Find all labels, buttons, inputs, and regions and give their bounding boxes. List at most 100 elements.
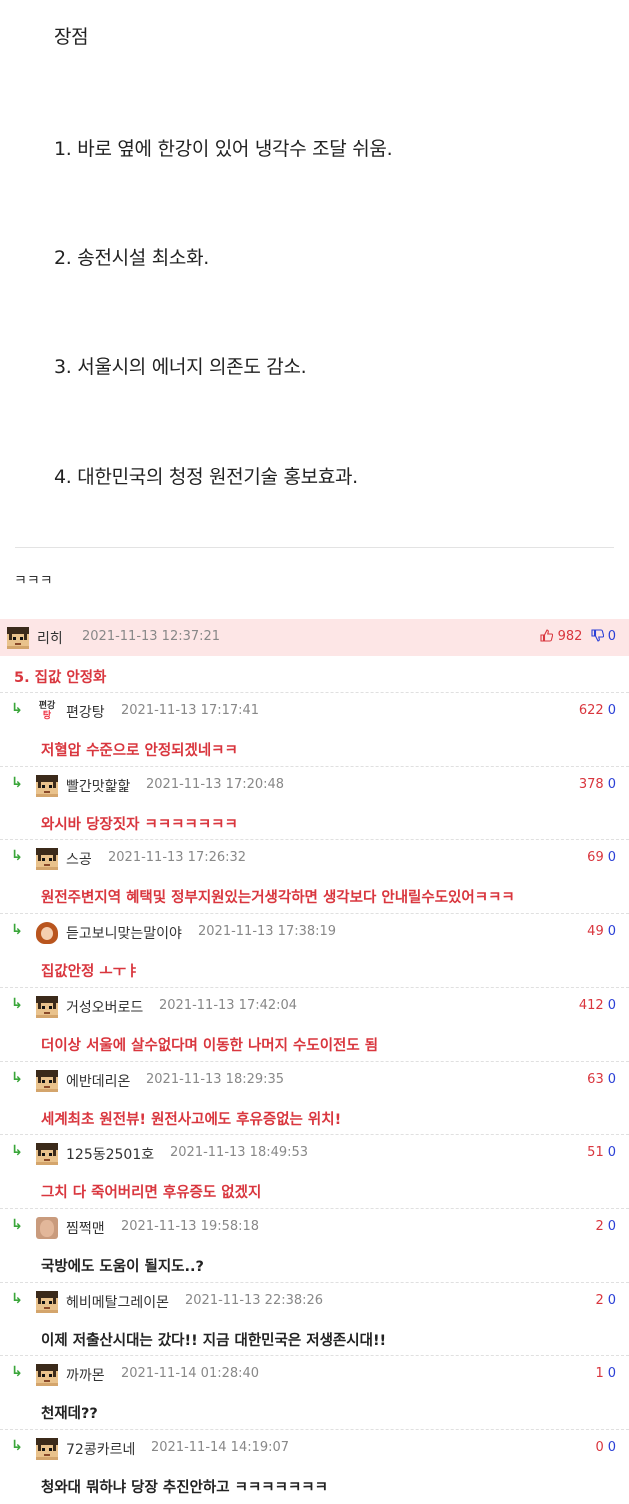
article-divider bbox=[15, 547, 614, 548]
upvote-count[interactable]: 63 bbox=[587, 1072, 604, 1087]
avatar[interactable] bbox=[36, 1069, 58, 1092]
reply-arrow-icon: ↳ bbox=[11, 995, 23, 1012]
upvote-count[interactable]: 2 bbox=[595, 1219, 603, 1234]
vote-box: 10 bbox=[595, 1366, 616, 1381]
article-point: 3. 서울시의 에너지 의존도 감소. bbox=[54, 356, 307, 378]
vote-box: 20 bbox=[595, 1293, 616, 1308]
upvote-count[interactable]: 1 bbox=[595, 1366, 603, 1381]
article-closing: ㅋㅋㅋ bbox=[14, 573, 53, 589]
vote-box: 00 bbox=[595, 1440, 616, 1455]
reply-arrow-icon: ↳ bbox=[11, 1290, 23, 1307]
downvote-count[interactable]: 0 bbox=[608, 1366, 616, 1381]
comment-date: 2021-11-13 22:38:26 bbox=[185, 1292, 324, 1308]
upvote-count: 982 bbox=[557, 629, 583, 644]
avatar[interactable] bbox=[36, 995, 58, 1018]
downvote-count[interactable]: 0 bbox=[608, 1219, 616, 1234]
comment-content: 청와대 뭐하냐 당장 추진안하고 ㅋㅋㅋㅋㅋㅋㅋ bbox=[41, 1480, 328, 1496]
comment-nick[interactable]: 찜쩍맨 bbox=[66, 1218, 105, 1238]
reply-arrow-icon: ↳ bbox=[11, 1364, 23, 1381]
avatar[interactable] bbox=[36, 922, 58, 945]
comment-list: 리히 2021-11-13 12:37:21 982 0 5. 집값 안정화 ↳… bbox=[0, 619, 629, 1496]
reply-comment: ↳ 거성오버로드 2021-11-13 17:42:04 412 0 더이상 서울에 살수… bbox=[0, 986, 629, 1062]
comment-date: 2021-11-13 17:38:19 bbox=[198, 924, 337, 940]
reply-comment: ↳ 125동2501호 2021-11-13 18:49:53 51 0 그치 다 죽어버… bbox=[0, 1134, 629, 1209]
reply-comment: ↳ 스공 2021-11-13 17:26:32 69 0 원전주변지역 혜택및 정부지원… bbox=[0, 839, 629, 914]
upvote-count[interactable]: 69 bbox=[587, 850, 604, 865]
upvote-count[interactable]: 51 bbox=[587, 1145, 604, 1160]
comment-nick[interactable]: 리히 bbox=[37, 628, 63, 648]
upvote-count[interactable]: 378 bbox=[579, 777, 604, 792]
article-point: 4. 대한민국의 청정 원전기술 홍보효과. bbox=[54, 466, 358, 488]
article-heading: 장점 bbox=[54, 26, 89, 48]
vote-box: 20 bbox=[595, 1219, 616, 1234]
thumbs-up-icon bbox=[540, 629, 554, 642]
comment-date: 2021-11-13 18:49:53 bbox=[170, 1145, 309, 1161]
comment-nick[interactable]: 거성오버로드 bbox=[66, 997, 143, 1017]
downvote-count[interactable]: 0 bbox=[608, 1293, 616, 1308]
comment-nick[interactable]: 스공 bbox=[66, 849, 92, 869]
downvote-count[interactable]: 0 bbox=[608, 1145, 616, 1160]
article-point: 1. 바로 옆에 한강이 있어 냉각수 조달 쉬움. bbox=[54, 138, 393, 160]
comment-nick[interactable]: 듣고보니맞는말이야 bbox=[66, 923, 182, 943]
reply-comment: ↳ 편강 탕 편강탕 2021-11-13 17:17:41 622 0 저혈압 수준으로 안… bbox=[0, 692, 629, 767]
downvote-count[interactable]: 0 bbox=[608, 1440, 616, 1455]
downvote-count[interactable]: 0 bbox=[608, 703, 616, 718]
downvote-count[interactable]: 0 bbox=[608, 1072, 616, 1087]
avatar[interactable] bbox=[36, 1216, 58, 1239]
vote-box: 49 0 bbox=[587, 924, 616, 939]
comment-nick[interactable]: 125동2501호 bbox=[66, 1144, 154, 1164]
avatar[interactable] bbox=[36, 1290, 58, 1313]
downvote-count[interactable]: 0 bbox=[608, 850, 616, 865]
comment-nick[interactable]: 까까몬 bbox=[66, 1365, 105, 1385]
avatar[interactable] bbox=[36, 774, 58, 797]
comment-content: 더이상 서울에 살수없다며 이동한 나머지 수도이전도 됨 bbox=[41, 1037, 379, 1054]
avatar[interactable] bbox=[36, 1364, 58, 1387]
vote-box: 63 0 bbox=[587, 1072, 616, 1087]
reply-arrow-icon: ↳ bbox=[11, 1143, 23, 1160]
upvote-count[interactable]: 622 bbox=[579, 703, 604, 718]
avatar[interactable] bbox=[36, 848, 58, 871]
avatar[interactable] bbox=[36, 1438, 58, 1460]
upvote-count[interactable]: 412 bbox=[579, 998, 604, 1013]
reply-arrow-icon: ↳ bbox=[11, 1069, 23, 1086]
article-point: 2. 송전시설 최소화. bbox=[54, 247, 210, 269]
comment-content: 이제 저출산시대는 갔다!! 지금 대한민국은 저생존시대!! bbox=[41, 1332, 387, 1349]
comment-content: 천재데?? bbox=[41, 1406, 98, 1423]
comment-date: 2021-11-13 17:17:41 bbox=[121, 703, 260, 718]
reply-arrow-icon: ↳ bbox=[11, 848, 23, 865]
upvote-count[interactable]: 0 bbox=[595, 1440, 603, 1455]
avatar[interactable] bbox=[7, 627, 29, 649]
comment-content: 원전주변지역 혜택및 정부지원있는거생각하면 생각보다 안내릴수도있어ㅋㅋㅋ bbox=[41, 890, 515, 907]
comment-date: 2021-11-13 19:58:18 bbox=[121, 1218, 260, 1234]
vote-box: 69 0 bbox=[587, 850, 616, 865]
avatar-text: 탕 bbox=[42, 711, 52, 721]
comment-nick[interactable]: 빨간맛핥핥 bbox=[66, 776, 130, 796]
upvote-button[interactable]: 982 bbox=[540, 629, 586, 644]
avatar[interactable] bbox=[36, 1143, 58, 1166]
downvote-count[interactable]: 0 bbox=[608, 777, 616, 792]
avatar[interactable]: 편강 탕 bbox=[36, 701, 58, 723]
comment-date: 2021-11-14 01:28:40 bbox=[121, 1366, 260, 1382]
upvote-count[interactable]: 2 bbox=[595, 1293, 603, 1308]
reply-comment: ↳ 72콩카르네 2021-11-14 14:19:07 0 0 청와대 뭐하냐 당장 추… bbox=[0, 1429, 629, 1504]
comment-content: 와시바 당장짓자 ㅋㅋㅋㅋㅋㅋㅋ bbox=[41, 816, 238, 833]
comment-nick[interactable]: 헤비메탈그레이몬 bbox=[66, 1292, 169, 1312]
comment-nick[interactable]: 72콩카르네 bbox=[66, 1439, 135, 1459]
best-comment-header: 리히 2021-11-13 12:37:21 982 0 bbox=[0, 619, 629, 656]
comment-date: 2021-11-13 17:20:48 bbox=[146, 776, 285, 792]
comment-nick[interactable]: 에반데리온 bbox=[66, 1071, 130, 1091]
reply-arrow-icon: ↳ bbox=[11, 701, 23, 717]
upvote-count[interactable]: 49 bbox=[587, 924, 604, 939]
comment-content: 집값안정 ㅗㅜㅑ bbox=[41, 964, 140, 981]
best-comment-content: 5. 집값 안정화 bbox=[14, 670, 107, 686]
downvote-button[interactable]: 0 bbox=[591, 629, 616, 644]
vote-box: 412 0 bbox=[579, 998, 616, 1013]
reply-comment: ↳ 헤비메탈그레이몬 2021-11-13 22:38:26 2 0 이제 저출산시대는 … bbox=[0, 1281, 629, 1357]
reply-arrow-icon: ↳ bbox=[11, 922, 23, 939]
downvote-count[interactable]: 0 bbox=[608, 924, 616, 939]
downvote-count[interactable]: 0 bbox=[608, 998, 616, 1013]
reply-arrow-icon: ↳ bbox=[11, 1438, 23, 1454]
avatar-text: 편강 bbox=[38, 701, 56, 711]
comment-nick[interactable]: 편강탕 bbox=[66, 702, 105, 722]
comment-content: 저혈압 수준으로 안정되겠네ㅋㅋ bbox=[41, 743, 238, 759]
